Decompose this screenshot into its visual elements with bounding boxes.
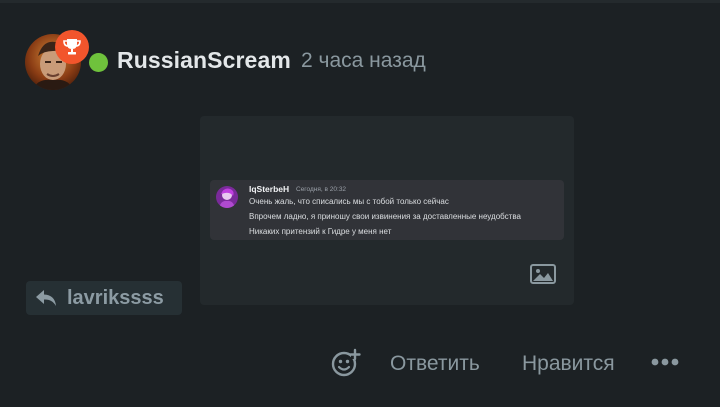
reply-button[interactable]: Ответить (390, 352, 480, 376)
message-line: Очень жаль, что списались мы с тобой тол… (249, 197, 449, 206)
forum-post: RussianScream 2 часа назад IqSterbeH Сег… (0, 0, 720, 407)
message-author: IqSterbeH (249, 184, 290, 194)
reply-to-chip[interactable]: lavrikssss (26, 281, 182, 315)
reply-to-user: lavrikssss (67, 286, 164, 309)
chat-message-screenshot: IqSterbeH Сегодня, в 20:32 Очень жаль, ч… (210, 180, 564, 240)
message-line: Впрочем ладно, я приношу свои извинения … (249, 212, 521, 221)
post-timestamp[interactable]: 2 часа назад (301, 49, 426, 73)
image-icon (530, 264, 556, 284)
like-button[interactable]: Нравится (522, 352, 615, 376)
more-icon[interactable] (651, 357, 679, 367)
online-status-indicator (89, 53, 108, 72)
embedded-image[interactable]: IqSterbeH Сегодня, в 20:32 Очень жаль, ч… (200, 116, 574, 305)
author-avatar[interactable] (25, 30, 89, 90)
author-username[interactable]: RussianScream (117, 47, 291, 74)
trophy-badge (55, 30, 89, 64)
message-line: Никаких притензий к Гидре у меня нет (249, 227, 392, 236)
trophy-icon (63, 39, 81, 55)
reply-arrow-icon (36, 290, 56, 306)
message-author-avatar (216, 186, 238, 208)
divider (0, 0, 720, 3)
add-reaction-icon[interactable] (331, 348, 361, 378)
message-time: Сегодня, в 20:32 (296, 185, 347, 193)
